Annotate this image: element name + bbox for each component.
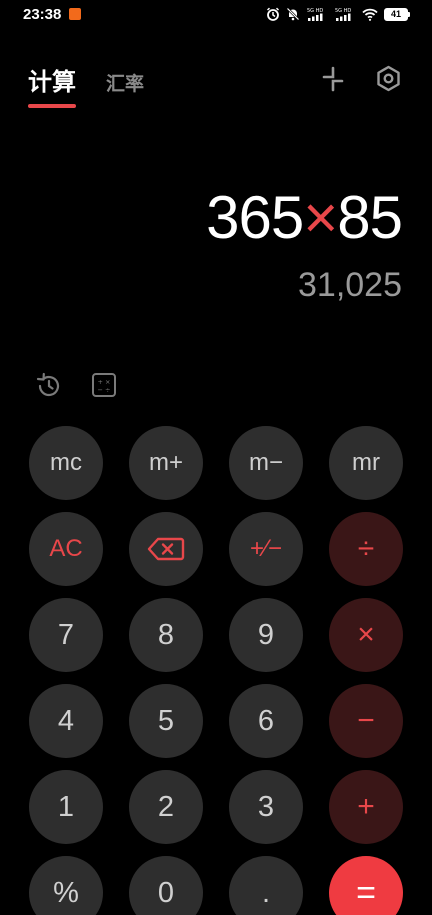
digit-9-button[interactable]: 9 bbox=[229, 598, 303, 672]
svg-text:5G HD: 5G HD bbox=[307, 8, 323, 14]
alarm-icon bbox=[266, 7, 280, 21]
operand-2: 85 bbox=[337, 184, 403, 251]
digit-8-button[interactable]: 8 bbox=[129, 598, 203, 672]
calculator-screen: 23:38 5G HD 5G HD 41 计算 汇率 365×85 31,025… bbox=[0, 0, 432, 915]
status-icons: 5G HD 5G HD 41 bbox=[266, 7, 410, 21]
notification-app-icon bbox=[69, 8, 81, 20]
percent-button[interactable]: % bbox=[29, 856, 103, 915]
history-icon[interactable] bbox=[34, 371, 64, 401]
digit-5-button[interactable]: 5 bbox=[129, 684, 203, 758]
operator: × bbox=[303, 184, 338, 251]
mc-button[interactable]: mc bbox=[29, 426, 103, 500]
digit-1-button[interactable]: 1 bbox=[29, 770, 103, 844]
svg-text:5G HD: 5G HD bbox=[335, 8, 351, 14]
active-tab-underline bbox=[28, 104, 76, 108]
operand-1: 365 bbox=[206, 184, 304, 251]
wifi-icon bbox=[362, 8, 378, 21]
tab-exchange-rate-label: 汇率 bbox=[106, 74, 145, 95]
decimal-point-button[interactable]: . bbox=[229, 856, 303, 915]
digit-3-button[interactable]: 3 bbox=[229, 770, 303, 844]
backspace-button[interactable] bbox=[129, 512, 203, 586]
digit-2-button[interactable]: 2 bbox=[129, 770, 203, 844]
digit-0-button[interactable]: 0 bbox=[129, 856, 203, 915]
subtract-button[interactable]: − bbox=[329, 684, 403, 758]
digit-6-button[interactable]: 6 bbox=[229, 684, 303, 758]
tab-calculate[interactable]: 计算 bbox=[28, 62, 76, 108]
result-display: 31,025 bbox=[298, 266, 402, 304]
mode-tabs: 计算 汇率 bbox=[28, 62, 144, 108]
backspace-icon bbox=[147, 537, 185, 561]
settings-icon[interactable] bbox=[375, 65, 402, 92]
battery-icon: 41 bbox=[384, 7, 408, 21]
multiply-button[interactable]: × bbox=[329, 598, 403, 672]
tab-exchange-rate[interactable]: 汇率 bbox=[106, 69, 144, 97]
add-button[interactable]: + bbox=[329, 770, 403, 844]
digit-7-button[interactable]: 7 bbox=[29, 598, 103, 672]
all-clear-button[interactable]: AC bbox=[29, 512, 103, 586]
divide-button[interactable]: ÷ bbox=[329, 512, 403, 586]
mr-button[interactable]: mr bbox=[329, 426, 403, 500]
battery-level: 41 bbox=[390, 8, 401, 19]
signal-5g-hd-icon-1: 5G HD bbox=[307, 8, 323, 21]
collapse-arrows-icon[interactable] bbox=[320, 66, 346, 92]
digit-4-button[interactable]: 4 bbox=[29, 684, 103, 758]
svg-text:− ÷: − ÷ bbox=[98, 386, 111, 394]
svg-text:+ ×: + × bbox=[98, 378, 111, 386]
signal-5g-hd-icon-2: 5G HD bbox=[335, 8, 351, 21]
battery-tip bbox=[408, 11, 410, 17]
equals-button[interactable]: = bbox=[329, 856, 403, 915]
plus-minus-button[interactable]: +⁄− bbox=[229, 512, 303, 586]
status-time: 23:38 bbox=[23, 6, 62, 23]
expression-display: 365×85 bbox=[206, 188, 403, 248]
tab-calculate-label: 计算 bbox=[28, 69, 76, 96]
status-bar: 23:38 5G HD 5G HD 41 bbox=[0, 0, 432, 30]
m-minus-button[interactable]: m− bbox=[229, 426, 303, 500]
mute-bell-icon bbox=[286, 7, 300, 21]
battery-indicator: 41 bbox=[384, 7, 410, 21]
unit-converter-icon[interactable]: + × − ÷ bbox=[91, 372, 117, 398]
m-plus-button[interactable]: m+ bbox=[129, 426, 203, 500]
